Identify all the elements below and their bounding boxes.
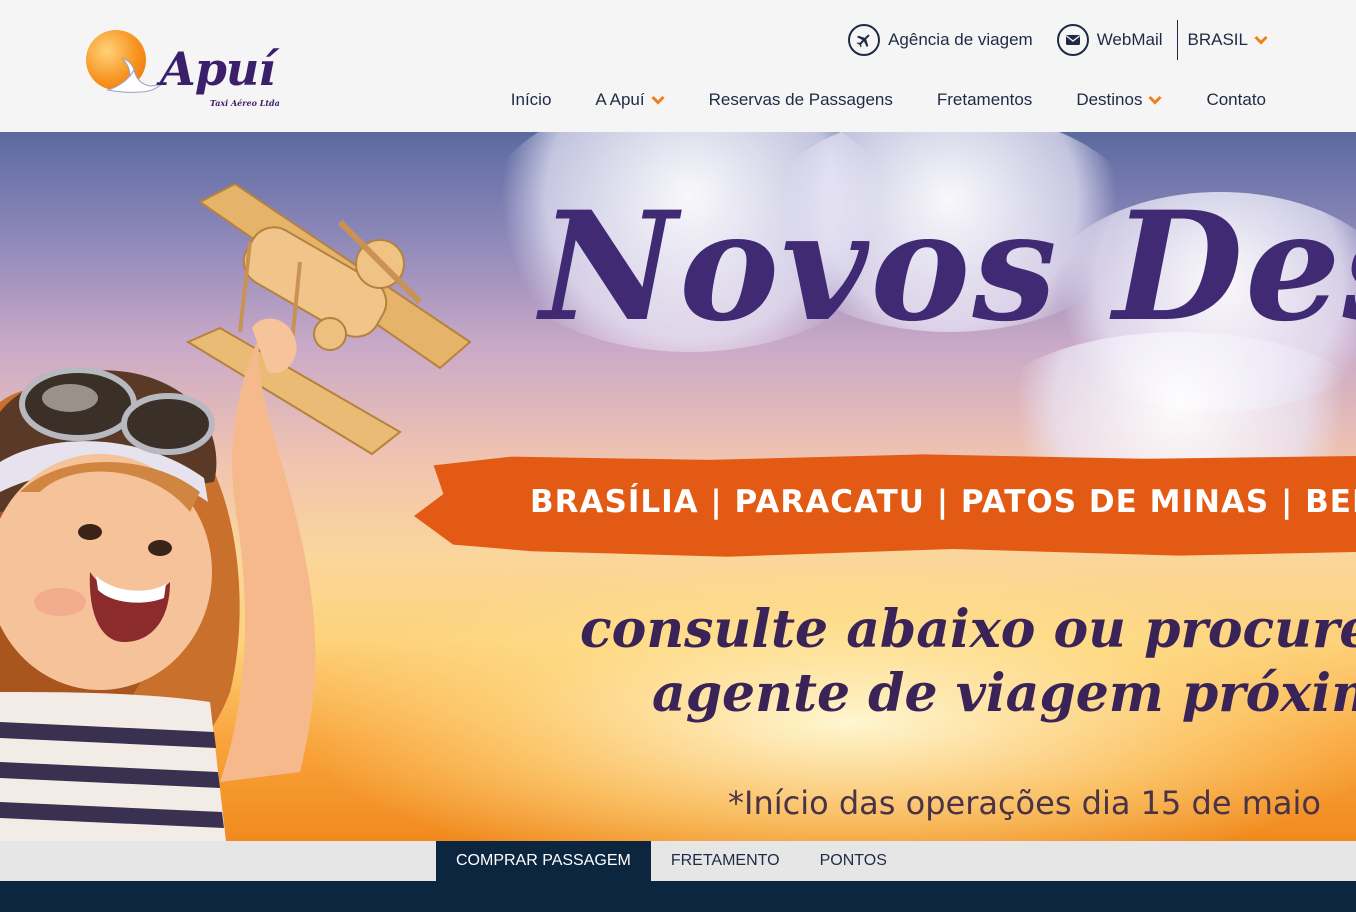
site-header: Apuí Taxi Aéreo Ltda Agência de viagem W… [0,0,1356,132]
nav-item-label: Início [510,90,552,109]
logo-name: Apuí [160,42,276,96]
webmail-label: WebMail [1096,30,1163,49]
nav-item-destinos[interactable]: Destinos [1076,90,1163,110]
hero-banner[interactable]: Novos Destinos BRASÍLIA | PARACATU | PAT… [0,132,1356,841]
brand-logo[interactable]: Apuí Taxi Aéreo Ltda [84,28,284,112]
envelope-icon [1056,24,1089,56]
hero-note: *Início das operações dia 15 de maio [728,784,1321,822]
chevron-down-icon [1254,35,1268,45]
webmail-link[interactable]: WebMail [1056,24,1163,56]
tab-fretamento[interactable]: FRETAMENTO [651,841,800,881]
booking-tabs-bar: COMPRAR PASSAGEM FRETAMENTO PONTOS [0,841,1356,881]
logo-bird-icon [106,57,165,93]
topbar-divider [1176,20,1178,60]
chevron-down-icon [1148,95,1163,105]
nav-item-label: Contato [1206,90,1266,109]
nav-item-fretamentos[interactable]: Fretamentos [937,90,1032,110]
country-label: BRASIL [1187,30,1248,49]
nav-item-label: A Apuí [595,90,645,109]
nav-item-reservas[interactable]: Reservas de Passagens [709,90,893,110]
country-selector[interactable]: BRASIL [1188,30,1268,50]
nav-item-label: Fretamentos [936,90,1033,109]
tab-comprar-passagem[interactable]: COMPRAR PASSAGEM [436,841,651,881]
nav-item-label: Destinos [1076,90,1143,109]
nav-item-inicio[interactable]: Início [511,90,552,110]
nav-item-a-apui[interactable]: A Apuí [595,90,665,110]
hero-destinations: BRASÍLIA | PARACATU | PATOS DE MINAS | B… [530,484,1356,520]
booking-tabs: COMPRAR PASSAGEM FRETAMENTO PONTOS [436,841,907,881]
top-links: Agência de viagem WebMail BRASIL [824,20,1268,60]
agency-label: Agência de viagem [888,30,1033,49]
chevron-down-icon [651,95,665,105]
airplane-icon [848,24,881,56]
main-nav: Início A Apuí Reservas de Passagens Fret… [467,90,1266,110]
hero-title: Novos Destinos [540,179,1356,355]
nav-item-label: Reservas de Passagens [708,90,893,109]
hero-subtitle-line1: consulte abaixo ou procure [580,599,1356,660]
nav-item-contato[interactable]: Contato [1206,90,1266,110]
booking-panel [0,881,1356,912]
agency-link[interactable]: Agência de viagem [848,24,1033,56]
tab-pontos[interactable]: PONTOS [800,841,907,881]
logo-subtitle: Taxi Aéreo Ltda [210,98,280,108]
toy-plane-icon [185,182,472,456]
hero-subtitle-line2: agente de viagem próximo [652,663,1356,724]
